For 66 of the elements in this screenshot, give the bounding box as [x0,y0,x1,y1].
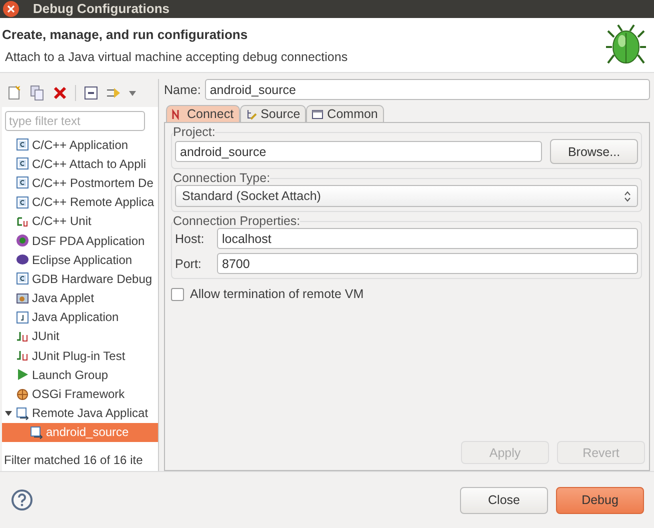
filter-field[interactable]: type filter text [5,111,145,131]
source-icon [246,108,257,120]
tree-item[interactable]: Remote Java Applicat [2,404,158,423]
launch-type-icon [16,253,29,266]
field-label: Host: [175,232,206,246]
browse-button[interactable]: Browse... [550,139,638,164]
tree-item[interactable]: C/C++ Postmortem De [2,173,158,193]
new-icon[interactable] [6,85,22,101]
launch-type-icon [16,310,29,324]
filter-icon[interactable] [106,85,122,101]
tree-item[interactable]: C/C++ Application [2,135,158,154]
header-title: Create, manage, and run configurations [2,26,249,42]
tree-item[interactable]: GDB Hardware Debug [2,269,158,288]
dialog-button[interactable]: Debug [556,486,644,514]
launch-type-icon [16,330,29,343]
filter-status: Filter matched 16 of 16 ite [3,452,144,469]
group-label: Connection Type: [173,171,270,185]
tab[interactable]: Connect [166,105,240,122]
tree-item[interactable]: C/C++ Unit [2,212,158,231]
expander-icon[interactable] [5,410,12,417]
tree-item[interactable]: OSGi Framework [2,384,158,404]
project-field[interactable]: android_source [175,141,542,162]
launch-type-icon [16,272,29,286]
window-icon [312,108,324,120]
tree-item[interactable]: C/C++ Attach to Appli [2,154,158,174]
field-label: Port: [175,256,202,270]
tab[interactable]: Source [240,105,306,122]
launch-type-icon [16,196,29,209]
group-label: Connection Properties: [173,214,300,228]
duplicate-icon[interactable] [29,85,45,101]
close-button[interactable] [3,1,19,17]
header-message: Attach to a Java virtual machine accepting debug connections [4,50,348,64]
launch-type-icon [16,157,29,170]
launch-type-icon [16,138,29,152]
tree-item[interactable]: JUnit [2,326,158,346]
group-label: Project: [173,125,216,139]
name-label: Name: [164,82,201,96]
launch-type-icon [16,292,29,305]
tree-item[interactable]: C/C++ Remote Applica [2,192,158,212]
launch-type-icon [16,349,29,362]
launch-type-icon [16,388,29,401]
window-title: Debug Configurations [33,1,170,17]
launch-type-icon [16,406,29,420]
allow-termination-checkbox[interactable]: Allow termination of remote VM [171,287,642,301]
launch-type-icon [16,214,29,228]
spinner-icon [624,190,631,202]
launch-type-icon [30,426,43,439]
tree-item[interactable]: DSF PDA Application [2,230,158,250]
collapse-icon[interactable] [83,85,99,101]
tree-item[interactable]: Launch Group [2,365,158,384]
tree-item[interactable]: Java Application [2,308,158,327]
menu-caret-icon[interactable] [129,90,136,96]
delete-icon[interactable] [52,85,68,101]
launch-type-icon [16,234,29,248]
tree-item[interactable]: Java Applet [2,288,158,308]
tab[interactable]: Common [306,105,384,122]
launch-type-icon [16,176,29,190]
tree-item[interactable]: JUnit Plug-in Test [2,346,158,366]
property-field[interactable]: localhost [217,228,638,249]
name-field[interactable]: android_source [204,79,650,100]
property-field[interactable]: 8700 [217,253,638,274]
dialog-button[interactable]: Close [460,486,548,514]
connection-type-dropdown[interactable]: Standard (Socket Attach) [175,185,638,207]
help-icon[interactable] [11,489,33,511]
tree-item[interactable]: Eclipse Application [2,250,158,270]
launch-type-icon [16,368,29,382]
